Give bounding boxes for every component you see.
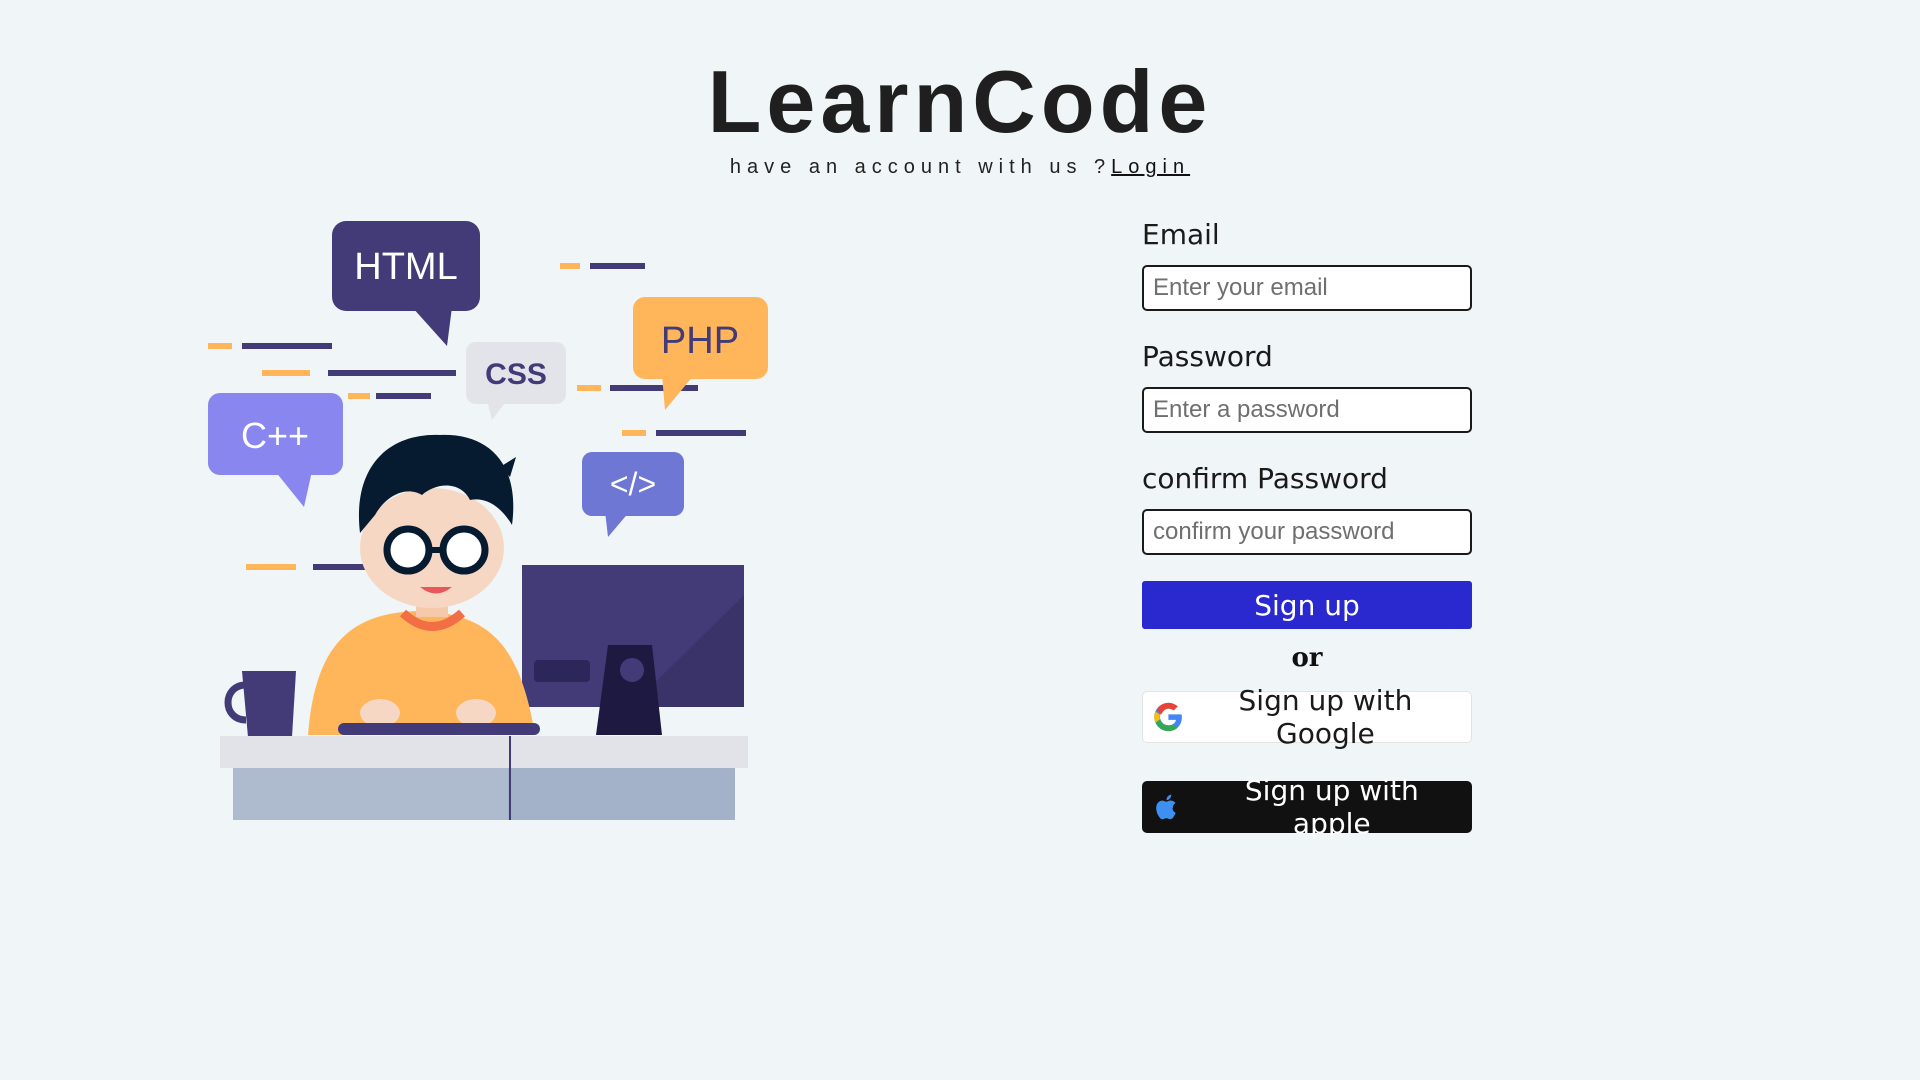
code-bubble-label: </> xyxy=(610,466,656,502)
cpp-bubble-label: C++ xyxy=(241,415,309,456)
css-bubble: CSS xyxy=(466,342,566,420)
cpp-bubble: C++ xyxy=(208,393,343,507)
signup-form: Email Password confirm Password Sign up … xyxy=(1142,215,1472,840)
developer-figure xyxy=(308,434,535,735)
brand-title: LearnCode xyxy=(707,52,1213,151)
html-bubble-label: HTML xyxy=(354,246,457,288)
css-bubble-label: CSS xyxy=(485,358,547,391)
login-link[interactable]: Login xyxy=(1111,156,1190,178)
google-signup-button[interactable]: Sign up with Google xyxy=(1142,684,1472,750)
code-bubble: </> xyxy=(582,452,684,537)
login-prompt: have an account with us ?Login xyxy=(0,156,1920,179)
keyboard-icon xyxy=(338,723,540,735)
google-icon xyxy=(1154,702,1182,732)
or-divider: or xyxy=(1291,643,1323,673)
signup-button[interactable]: Sign up xyxy=(1142,581,1472,629)
email-field[interactable] xyxy=(1142,265,1472,311)
php-bubble: PHP xyxy=(633,297,768,410)
confirm-password-field[interactable] xyxy=(1142,509,1472,555)
html-bubble: HTML xyxy=(332,221,480,346)
password-field[interactable] xyxy=(1142,387,1472,433)
monitor-icon xyxy=(522,565,744,735)
header: LearnCode have an account with us ?Login xyxy=(0,52,1920,179)
developer-illustration: HTML CSS PHP C++ </> xyxy=(208,221,768,820)
password-label: Password xyxy=(1142,340,1273,373)
confirm-password-label: confirm Password xyxy=(1142,462,1388,495)
php-bubble-label: PHP xyxy=(661,320,739,362)
coding-illustration: HTML CSS PHP C++ </> xyxy=(200,215,780,830)
google-signup-label: Sign up with Google xyxy=(1238,684,1413,750)
apple-icon xyxy=(1156,794,1176,820)
login-prompt-text: have an account with us ? xyxy=(729,156,1112,178)
mug-icon xyxy=(224,671,296,737)
email-label: Email xyxy=(1142,218,1220,251)
apple-signup-label: Sign up with apple xyxy=(1244,774,1419,840)
apple-signup-button[interactable]: Sign up with apple xyxy=(1142,774,1472,840)
desk xyxy=(220,736,748,820)
